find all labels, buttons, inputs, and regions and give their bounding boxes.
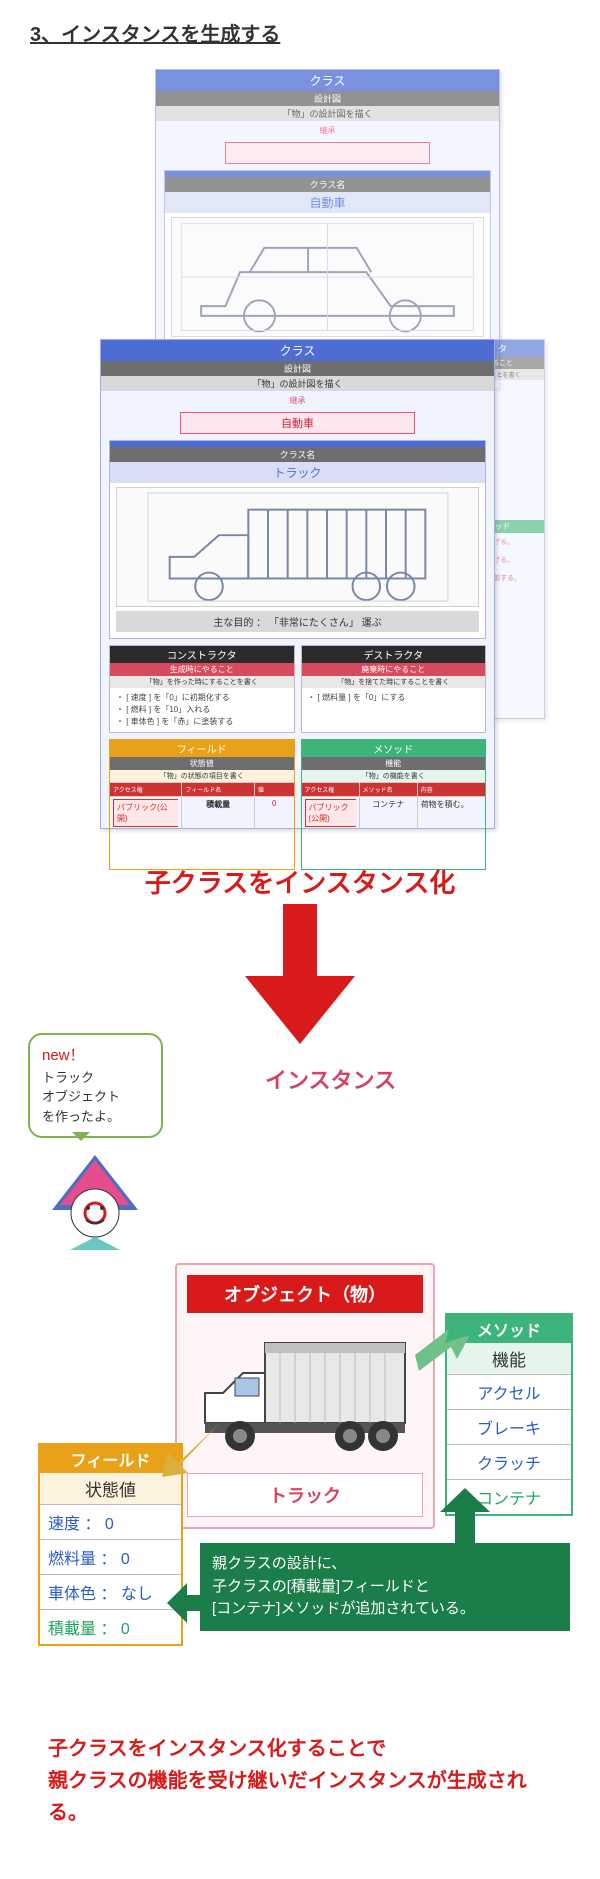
method-h2: 機能	[302, 757, 486, 770]
method-card-h2: 機能	[447, 1343, 571, 1374]
section-title: 3、インスタンスを生成する	[30, 18, 580, 47]
access-chip: パブリック(公開)	[113, 799, 178, 827]
instance-label: インスタンス	[265, 1063, 396, 1095]
method-row: アクセル	[447, 1374, 571, 1409]
method-h: メソッド	[302, 740, 486, 757]
list-item: [ 燃料量 ] を「0」にする	[308, 692, 480, 704]
card-hdr3: 「物」の設計図を描く	[156, 106, 499, 121]
arrow-label: 子クラスをインスタンス化	[20, 863, 580, 900]
field-card-h: フィールド	[40, 1445, 181, 1473]
classname-lbl: クラス名	[110, 447, 485, 462]
field-row: 燃料量 ： 0	[40, 1539, 181, 1574]
method-row: クラッチ	[447, 1444, 571, 1479]
th: アクセス権	[302, 783, 360, 796]
inherit-pill: 自動車	[180, 412, 416, 434]
class-desc: 主な目的 ： 「非常にたくさん」 運ぶ	[116, 611, 479, 632]
field-card-h2: 状態値	[40, 1473, 181, 1504]
inherit-lbl: 継承	[101, 395, 494, 406]
ctor-s: 生成時にやること	[110, 663, 294, 676]
method-h3: 「物」の機能を書く	[302, 770, 486, 782]
field-h3: 「物」の状態の項目を書く	[110, 770, 294, 782]
th: アクセス権	[110, 783, 182, 796]
summary-text: 子クラスをインスタンス化することで親クラスの機能を受け継いだインスタンスが生成さ…	[48, 1733, 552, 1829]
note-box: 親クラスの設計に、子クラスの[積載量]フィールドと[コンテナ]メソッドが追加され…	[200, 1543, 570, 1631]
class-stack: クラス 設計図 「物」の設計図を描く 継承 クラス名 自動車	[60, 69, 540, 839]
th: フィールド名	[182, 783, 254, 796]
dtor-list: [ 燃料量 ] を「0」にする	[302, 688, 486, 708]
truck-blueprint	[116, 487, 479, 607]
method-row: コンテナ	[447, 1479, 571, 1514]
field-card: フィールド 状態値 速度 ： 0燃料量 ： 0車体色 ： なし積載量 ： 0	[38, 1443, 183, 1646]
card-hdr2: 設計図	[101, 361, 494, 376]
page: 3、インスタンスを生成する クラス 設計図 「物」の設計図を描く 継承 クラス名…	[0, 0, 600, 1879]
list-item: [ 車体色 ] を「赤」に塗装する	[116, 716, 288, 728]
class-name: トラック	[110, 462, 485, 483]
constructor-box: コンストラクタ 生成時にやること 「物」を作った時にすることを書く [ 速度 ]…	[109, 645, 295, 733]
truck-icon	[187, 1323, 423, 1463]
dtor-h: デストラクタ	[302, 646, 486, 663]
card-hdr: クラス	[101, 340, 494, 361]
inherit-lbl: 継承	[156, 125, 499, 136]
field-h: フィールド	[110, 740, 294, 757]
field-row: 車体色 ： なし	[40, 1574, 181, 1609]
speech-new: new！	[42, 1047, 85, 1064]
ctor-h: コンストラクタ	[110, 646, 294, 663]
field-row: 速度 ： 0	[40, 1504, 181, 1539]
field-method-row: フィールド 状態値 「物」の状態の項目を書く アクセス権 フィールド名 値 パブ…	[109, 739, 486, 870]
car-blueprint	[171, 217, 484, 337]
th: 値	[255, 783, 294, 796]
speech-l1: トラック	[42, 1070, 94, 1085]
card-hdr2: 設計図	[156, 91, 499, 106]
destructor-box: デストラクタ 廃棄時にやること 「物」を捨てた時にすることを書く [ 燃料量 ]…	[301, 645, 487, 733]
class-box: クラス名 トラック	[109, 440, 486, 639]
ctor-list: [ 速度 ] を「0」に初期化する[ 燃料 ] を「10」入れる[ 車体色 ] …	[110, 688, 294, 732]
field-box: フィールド 状態値 「物」の状態の項目を書く アクセス権 フィールド名 値 パブ…	[109, 739, 295, 870]
field-val: 0	[255, 797, 294, 829]
method-card-h: メソッド	[447, 1315, 571, 1343]
card-hdr: クラス	[156, 70, 499, 91]
speech-l3: を作ったよ。	[42, 1109, 120, 1124]
method-row: ブレーキ	[447, 1409, 571, 1444]
field-row: 積載量 ： 0	[40, 1609, 181, 1644]
speech-l2: オブジェクト	[42, 1089, 120, 1104]
object-card: オブジェクト（物） トラック	[175, 1263, 435, 1529]
classname-lbl: クラス名	[165, 177, 490, 192]
method-box: メソッド 機能 「物」の機能を書く アクセス権 メソッド名 内容 パブリック(公…	[301, 739, 487, 870]
ctor-dtor-row: コンストラクタ 生成時にやること 「物」を作った時にすることを書く [ 速度 ]…	[109, 645, 486, 733]
method-name: コンテナ	[360, 797, 418, 829]
field-h2: 状態値	[110, 757, 294, 770]
card-hdr3: 「物」の設計図を描く	[101, 376, 494, 391]
child-class-card: クラス 設計図 「物」の設計図を描く 継承 自動車 クラス名 トラック	[100, 339, 495, 829]
speech-bubble: new！ トラック オブジェクト を作ったよ。	[28, 1033, 163, 1138]
dtor-s: 廃棄時にやること	[302, 663, 486, 676]
mascot-icon	[50, 1155, 140, 1250]
method-val: 荷物を積む。	[418, 797, 485, 829]
object-name: トラック	[187, 1473, 423, 1517]
arrow-section: 子クラスをインスタンス化	[20, 863, 580, 1033]
down-arrow-icon	[245, 904, 355, 1044]
th: メソッド名	[360, 783, 418, 796]
instance-area: オブジェクト（物） トラック	[20, 1263, 580, 1683]
inherit-pill	[225, 142, 431, 164]
object-hdr: オブジェクト（物）	[187, 1275, 423, 1313]
method-card: メソッド 機能 アクセルブレーキクラッチコンテナ	[445, 1313, 573, 1516]
ctor-ss: 「物」を作った時にすることを書く	[110, 676, 294, 688]
list-item: [ 燃料 ] を「10」入れる	[116, 704, 288, 716]
dtor-ss: 「物」を捨てた時にすることを書く	[302, 676, 486, 688]
class-name: 自動車	[165, 192, 490, 213]
speech-area: new！ トラック オブジェクト を作ったよ。 インスタンス	[20, 1033, 580, 1263]
access-chip: パブリック(公開)	[305, 799, 356, 827]
list-item: [ 速度 ] を「0」に初期化する	[116, 692, 288, 704]
field-name: 積載量	[182, 797, 254, 829]
th: 内容	[418, 783, 485, 796]
